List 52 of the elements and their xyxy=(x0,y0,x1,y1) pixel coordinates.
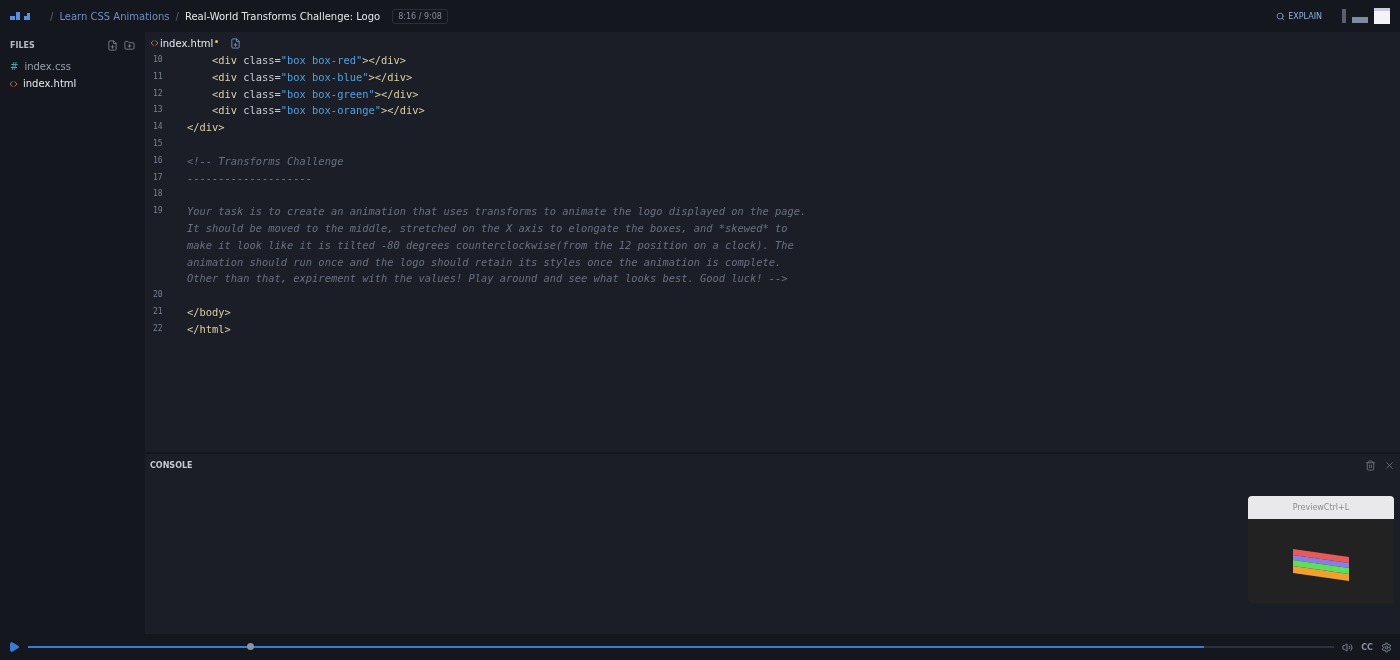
line-number: 19 xyxy=(152,205,164,218)
new-folder-icon[interactable] xyxy=(124,39,135,51)
line-number: 15 xyxy=(152,138,164,150)
new-file-icon[interactable] xyxy=(107,39,118,51)
volume-icon[interactable] xyxy=(1342,641,1354,653)
files-heading: FILES xyxy=(10,40,36,50)
code-line: </html> xyxy=(187,321,231,337)
play-icon[interactable] xyxy=(8,641,20,653)
new-file-icon[interactable] xyxy=(230,37,242,49)
hash-glyph: # xyxy=(10,61,19,72)
settings-icon[interactable] xyxy=(1381,641,1392,653)
code-brackets-icon xyxy=(10,80,17,87)
file-item[interactable]: # index.css xyxy=(0,58,145,75)
search-icon xyxy=(1276,11,1286,21)
striped-logo-drawing xyxy=(1293,549,1349,581)
code-line: <div class="box box-orange"></div> xyxy=(212,103,425,119)
breadcrumb-link[interactable]: Learn CSS Animations xyxy=(59,10,170,22)
breadcrumb-separator: / xyxy=(175,10,179,22)
time-badge: 8:16 / 9:08 xyxy=(392,8,448,24)
file-item[interactable]: index.html xyxy=(0,75,145,92)
logo-icon xyxy=(10,12,30,20)
code-line: <div class="box box-red"></div> xyxy=(212,53,406,68)
code-line: <div class="box box-blue"></div> xyxy=(212,69,413,85)
lesson-title: Real-World Transforms Challenge: Logo xyxy=(184,10,381,22)
code-line: </div> xyxy=(187,120,225,136)
editor-tab[interactable]: index.html xyxy=(151,37,219,49)
code-brackets-icon xyxy=(151,40,158,46)
explain-button[interactable]: EXPLAIN xyxy=(1276,11,1322,21)
trash-icon[interactable] xyxy=(1365,459,1376,471)
hover-marker xyxy=(247,643,255,650)
line-number: 11 xyxy=(152,70,164,83)
code-line: Your task is to create an animation that uses transforms to animate the logo displayed on the page. It should be moved to the middle, stretched on the X axis to elongate the boxes, and *skewed* to make it look like it is tilted -80 degrees counterclockwise(from the 12 position on a clock). The animation should run once and the logo should retain its styles once the animation is complete. Other than that, expirement with the values! Play around and see what looks best. Good luck! --> xyxy=(187,204,807,287)
file-name: index.html xyxy=(23,78,77,89)
line-number: 10 xyxy=(152,54,164,66)
line-number: 12 xyxy=(152,87,164,100)
breadcrumb-separator: / xyxy=(50,10,54,22)
console-heading: CONSOLE xyxy=(150,460,194,470)
code-line: </body> xyxy=(187,304,231,320)
line-number: 18 xyxy=(152,188,164,201)
code-line: -------------------- xyxy=(187,170,313,186)
captions-button[interactable]: CC xyxy=(1361,642,1373,652)
code-line: <div class="box box-green"></div> xyxy=(212,86,419,102)
code-line: <!-- Transforms Challenge xyxy=(187,153,344,169)
close-icon[interactable] xyxy=(1384,459,1395,471)
line-number: 21 xyxy=(152,305,164,318)
line-number: 13 xyxy=(152,104,164,117)
line-number: 22 xyxy=(152,322,164,335)
line-number: 20 xyxy=(152,289,164,302)
line-number: 14 xyxy=(152,121,164,134)
file-name: index.css xyxy=(24,61,71,72)
line-number: 17 xyxy=(152,171,164,184)
line-number: 16 xyxy=(152,154,164,167)
